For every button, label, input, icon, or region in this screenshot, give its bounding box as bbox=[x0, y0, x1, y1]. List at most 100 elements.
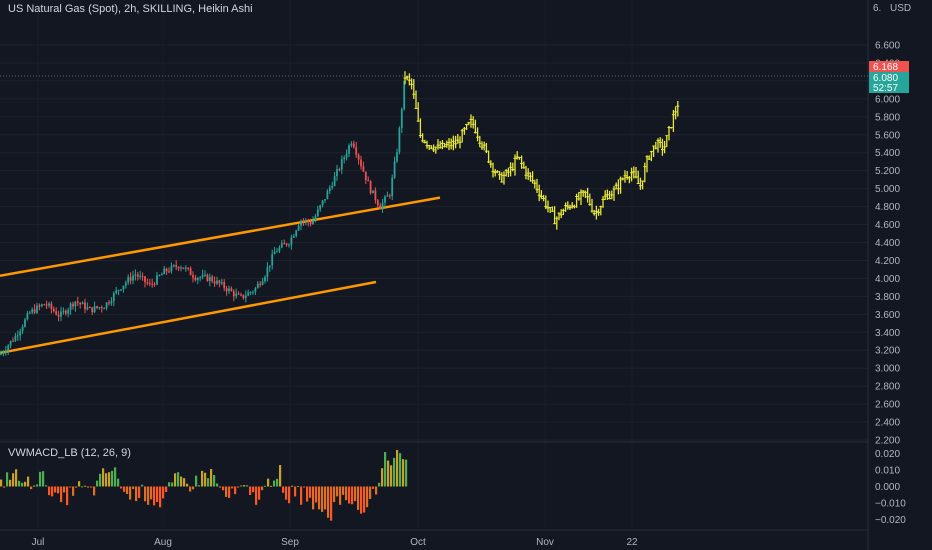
candle-down bbox=[91, 307, 94, 313]
histogram-bar-positive bbox=[246, 485, 249, 487]
candle-up bbox=[264, 276, 266, 282]
histogram-bar-positive bbox=[381, 468, 384, 487]
histogram-bar-positive bbox=[81, 486, 84, 488]
candle-up bbox=[398, 128, 401, 153]
candle-down bbox=[285, 243, 288, 245]
histogram-bar-negative bbox=[285, 486, 288, 500]
histogram-bar-positive bbox=[141, 484, 144, 487]
candle-up bbox=[48, 303, 50, 306]
histogram-bar-negative bbox=[333, 486, 336, 503]
candle-down bbox=[148, 283, 151, 285]
histogram-bar-negative bbox=[30, 486, 33, 490]
histogram-bar-positive bbox=[21, 482, 24, 487]
histogram-bar-positive bbox=[42, 471, 45, 487]
candle-down bbox=[307, 220, 310, 223]
candle-up bbox=[290, 237, 293, 245]
price-tick-label: 2.400 bbox=[875, 418, 900, 429]
histogram-bar-positive bbox=[213, 475, 216, 487]
candle-up bbox=[208, 276, 211, 282]
candle-down bbox=[338, 169, 341, 171]
candle-up bbox=[254, 288, 257, 292]
indicator-label[interactable]: VWMACD_LB (12, 26, 9) bbox=[8, 447, 131, 459]
candle-down bbox=[369, 181, 372, 194]
histogram-bar-negative bbox=[342, 486, 345, 495]
histogram-bar-negative bbox=[60, 486, 63, 503]
candle-down bbox=[360, 159, 362, 167]
candle-up bbox=[393, 161, 396, 178]
candle-down bbox=[259, 283, 262, 285]
candle-down bbox=[355, 147, 358, 155]
candle-up bbox=[4, 350, 7, 353]
candle-up bbox=[244, 295, 247, 298]
candle-down bbox=[136, 274, 139, 277]
candle-up bbox=[31, 309, 34, 313]
candle-down bbox=[302, 220, 305, 222]
candle-up bbox=[252, 291, 254, 293]
candle-up bbox=[184, 267, 187, 269]
histogram-bar-negative bbox=[234, 486, 237, 495]
candle-up bbox=[62, 310, 65, 312]
candle-down bbox=[33, 309, 36, 313]
currency-label[interactable]: USD bbox=[890, 3, 911, 14]
candle-down bbox=[108, 302, 110, 304]
candle-up bbox=[295, 230, 298, 236]
candle-down bbox=[12, 340, 14, 342]
histogram-bar-negative bbox=[255, 486, 258, 505]
chart-title[interactable]: US Natural Gas (Spot), 2h, SKILLING, Hei… bbox=[8, 3, 253, 15]
histogram-bar-negative bbox=[159, 486, 162, 508]
candle-up bbox=[228, 288, 230, 292]
histogram-bar-positive bbox=[111, 470, 114, 487]
candle-up bbox=[396, 152, 398, 162]
candle-up bbox=[26, 313, 29, 320]
candle-down bbox=[144, 276, 146, 283]
price-tick-label: 6.000 bbox=[875, 94, 900, 105]
candle-up bbox=[256, 283, 259, 289]
histogram-bar-negative bbox=[372, 486, 375, 489]
candle-up bbox=[314, 216, 317, 222]
histogram-bar-positive bbox=[393, 457, 396, 487]
histogram-bar-positive bbox=[33, 485, 36, 487]
histogram-bar-negative bbox=[132, 486, 135, 489]
histogram-bar-positive bbox=[384, 452, 387, 487]
candle-down bbox=[240, 294, 242, 296]
histogram-bar-negative bbox=[162, 486, 165, 499]
histogram-bar-negative bbox=[318, 486, 321, 510]
candle-down bbox=[211, 276, 214, 282]
candle-up bbox=[160, 274, 163, 276]
time-tick-label: Sep bbox=[281, 537, 299, 548]
price-tick-label: 2.200 bbox=[875, 436, 900, 447]
candle-up bbox=[67, 309, 70, 314]
indicator-tick-label: 0.000 bbox=[875, 482, 900, 493]
histogram-bar-positive bbox=[36, 484, 39, 487]
candle-up bbox=[180, 267, 182, 269]
histogram-bar-positive bbox=[171, 482, 174, 487]
candle-down bbox=[237, 293, 240, 295]
chart-canvas[interactable]: 2.200 2.400 2.600 2.800 3.000 3.200 3.400 3.600… bbox=[0, 0, 932, 550]
price-tick-label: 2.800 bbox=[875, 382, 900, 393]
histogram-bar-positive bbox=[12, 473, 15, 487]
candle-up bbox=[292, 235, 295, 238]
price-tick-label: 5.000 bbox=[875, 184, 900, 195]
histogram-bar-positive bbox=[297, 485, 300, 487]
histogram-bar-negative bbox=[360, 486, 363, 514]
histogram-bar-positive bbox=[204, 472, 207, 487]
histogram-bar-positive bbox=[186, 483, 189, 487]
price-tick-label: 4.000 bbox=[875, 274, 900, 285]
candle-down bbox=[64, 310, 67, 314]
histogram-bar-negative bbox=[357, 486, 360, 510]
histogram-bar-positive bbox=[99, 473, 102, 487]
histogram-bar-positive bbox=[108, 472, 111, 487]
candle-down bbox=[309, 222, 312, 225]
histogram-bar-negative bbox=[231, 486, 234, 489]
histogram-bar-negative bbox=[222, 486, 225, 491]
price-axis[interactable]: 2.200 2.400 2.600 2.800 3.000 3.200 3.400 3.600… bbox=[875, 41, 900, 447]
histogram-bar-negative bbox=[228, 486, 231, 498]
histogram-bar-negative bbox=[63, 486, 66, 493]
histogram-bar-negative bbox=[120, 486, 123, 489]
candle-down bbox=[175, 265, 178, 268]
candle-up bbox=[403, 80, 406, 109]
histogram-bar-positive bbox=[399, 453, 402, 487]
histogram-bar-positive bbox=[405, 459, 408, 487]
time-tick-label: Nov bbox=[536, 537, 554, 548]
histogram-bar-negative bbox=[165, 486, 168, 492]
